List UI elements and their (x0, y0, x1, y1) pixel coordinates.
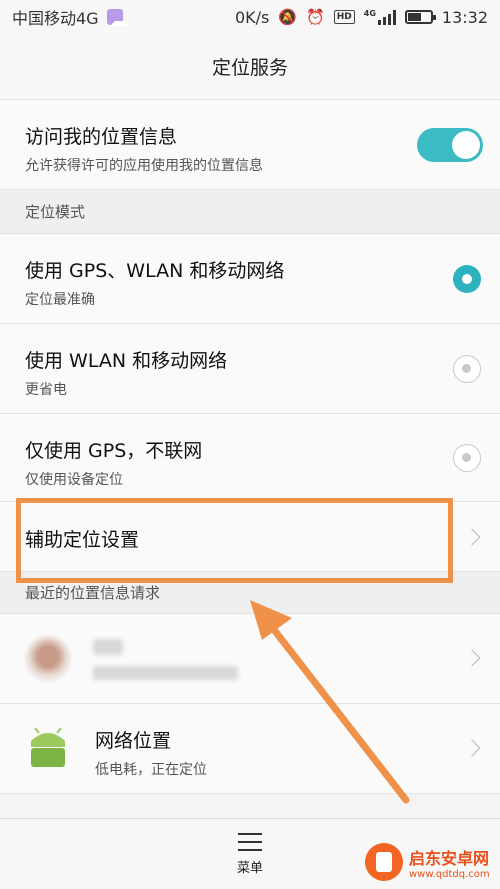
highlight-annotation-box (16, 498, 453, 583)
page-title-bar: 定位服务 (0, 34, 500, 100)
mute-icon: 🔕 (278, 7, 298, 26)
gallery-notification-icon (106, 9, 130, 26)
watermark: 启东安卓网 www.qdtdq.com (365, 838, 495, 886)
menu-icon (238, 833, 262, 851)
battery-icon (404, 10, 436, 24)
mode-option-device-only[interactable]: 仅使用 GPS，不联网 仅使用设备定位 (0, 414, 500, 502)
chevron-right-icon (463, 649, 481, 667)
chevron-right-icon (463, 528, 481, 546)
location-access-subtitle: 允许获得许可的应用使用我的位置信息 (25, 158, 263, 174)
blurred-app-name (93, 639, 123, 655)
status-right: 0K/s 🔕 ⏰ HD 4G 13:32 (235, 8, 488, 27)
menu-button[interactable]: 菜单 (215, 829, 285, 887)
mode-option-battery-saving[interactable]: 使用 WLAN 和移动网络 更省电 (0, 324, 500, 414)
mode-option-label: 使用 GPS、WLAN 和移动网络 (25, 260, 285, 282)
chevron-right-icon (463, 739, 481, 757)
radio-button[interactable] (453, 444, 481, 472)
menu-label: 菜单 (236, 861, 263, 876)
blurred-app-detail (93, 666, 238, 680)
watermark-url: www.qdtdq.com (409, 868, 490, 880)
section-mode-label: 定位模式 (25, 203, 86, 221)
recent-item-name: 网络位置 (95, 730, 172, 752)
network-type: 4G (363, 9, 376, 18)
recent-request-item[interactable]: 网络位置 低电耗，正在定位 (0, 704, 500, 794)
recent-item-detail: 低电耗，正在定位 (95, 762, 207, 778)
carrier-name: 中国移动4G (12, 9, 99, 28)
mode-option-desc: 定位最准确 (25, 292, 95, 308)
signal-icon: 4G (364, 9, 396, 25)
mode-option-desc: 更省电 (25, 382, 67, 398)
mode-option-label: 仅使用 GPS，不联网 (25, 440, 203, 462)
alarm-icon: ⏰ (306, 7, 325, 26)
network-speed: 0K/s (234, 7, 270, 27)
location-access-title: 访问我的位置信息 (25, 126, 178, 148)
carrier-group: 中国移动4G (12, 5, 130, 29)
watermark-title: 启东安卓网 (409, 848, 490, 868)
radio-button-selected[interactable] (453, 265, 481, 293)
android-icon (31, 727, 65, 767)
section-header-mode: 定位模式 (0, 190, 500, 234)
location-access-toggle[interactable] (417, 128, 483, 162)
mode-option-high-accuracy[interactable]: 使用 GPS、WLAN 和移动网络 定位最准确 (0, 234, 500, 324)
clock: 13:32 (441, 7, 488, 27)
watermark-logo-icon (365, 843, 403, 881)
page-title: 定位服务 (211, 57, 288, 79)
hd-badge: HD (333, 10, 355, 24)
location-access-row[interactable]: 访问我的位置信息 允许获得许可的应用使用我的位置信息 (0, 100, 500, 190)
mode-option-label: 使用 WLAN 和移动网络 (25, 350, 228, 372)
recent-request-item[interactable] (0, 614, 500, 704)
status-bar: 中国移动4G 0K/s 🔕 ⏰ HD 4G 13:32 (0, 0, 500, 34)
section-recent-label: 最近的位置信息请求 (25, 584, 161, 602)
radio-button[interactable] (453, 355, 481, 383)
mode-option-desc: 仅使用设备定位 (25, 472, 123, 488)
blurred-app-icon (25, 636, 71, 682)
